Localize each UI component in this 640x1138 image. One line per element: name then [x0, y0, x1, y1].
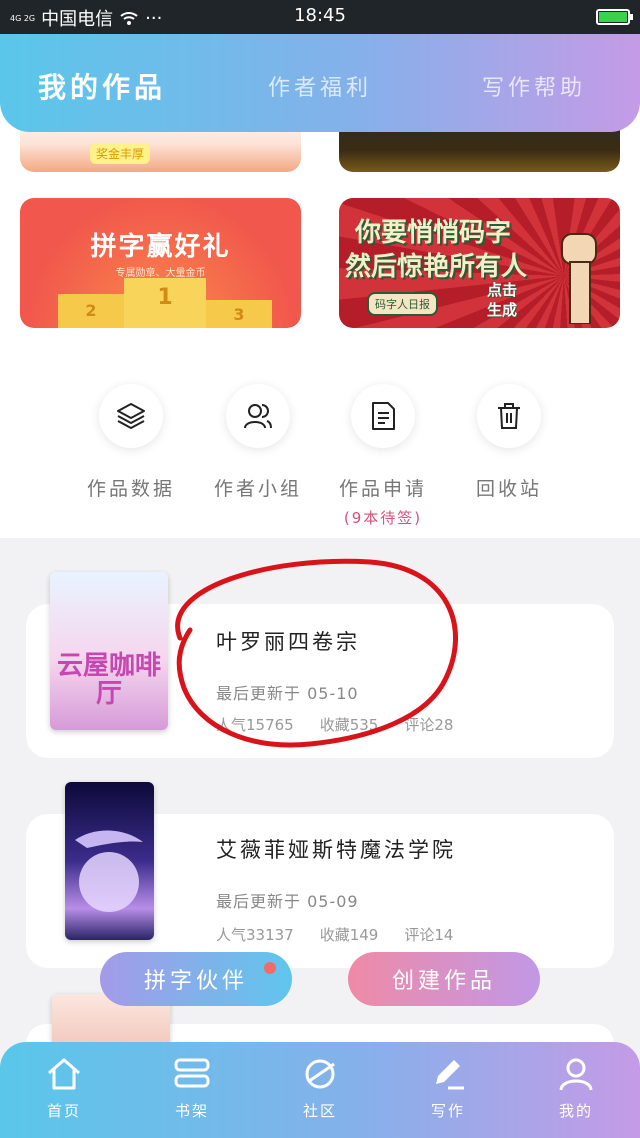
banner-pinzi[interactable]: 拼字赢好礼 专属勋章、大量金币 2 1 3 [20, 198, 301, 328]
work-cover[interactable]: 云屋咖啡厅 [50, 572, 168, 730]
work-comments: 评论28 [404, 716, 454, 734]
quick-circle [351, 384, 415, 448]
quick-circle [477, 384, 541, 448]
nav-label: 写作 [430, 1102, 465, 1120]
nav-bookshelf[interactable]: 书架 [128, 1056, 256, 1121]
promo-cta-line1: 点击 [487, 281, 518, 299]
promo-cta: 点击 生成 [487, 280, 517, 320]
partner-button[interactable]: 拼字伙伴 [100, 952, 292, 1006]
quick-works-apply[interactable]: 作品申请 (9本待签) [318, 384, 448, 528]
notification-dot [264, 962, 276, 974]
trash-icon [498, 403, 520, 429]
quick-works-data[interactable]: 作品数据 [66, 384, 196, 501]
work-comments: 评论14 [404, 926, 454, 944]
pinzi-title: 拼字赢好礼 [90, 232, 231, 262]
podium-first: 1 [124, 278, 206, 328]
nav-label: 首页 [46, 1102, 81, 1120]
home-icon [48, 1058, 80, 1090]
tab-my-works[interactable]: 我的作品 [38, 66, 166, 106]
quick-label: 回收站 [475, 478, 542, 500]
banner-area: 奖金丰厚 拼字赢好礼 专属勋章、大量金币 2 1 3 你要悄悄码字 然后惊艳所有… [0, 100, 640, 332]
partner-label: 拼字伙伴 [143, 969, 248, 994]
pending-sign-note: (9本待签) [343, 509, 423, 527]
tab-author-benefits[interactable]: 作者福利 [268, 70, 372, 102]
header-tabs: 我的作品 作者福利 写作帮助 [0, 34, 640, 132]
work-title: 叶罗丽四卷宗 [216, 630, 360, 654]
status-time: 18:45 [294, 5, 346, 26]
status-bar: 4G 2G 中国电信 ··· 18:45 [0, 0, 640, 34]
quick-circle [226, 384, 290, 448]
quick-author-group[interactable]: 作者小组 [193, 384, 323, 501]
document-icon [372, 402, 395, 430]
promo-stamp: 码字人日报 [367, 292, 438, 316]
nav-label: 社区 [302, 1102, 337, 1120]
work-updated: 最后更新于 05-10 [216, 684, 359, 703]
pen-icon [436, 1060, 464, 1090]
bookshelf-icon [174, 1058, 210, 1088]
nav-community[interactable]: 社区 [256, 1056, 384, 1121]
nav-write[interactable]: 写作 [384, 1056, 512, 1121]
pinzi-subtitle: 专属勋章、大量金币 [115, 268, 206, 279]
banner-promo[interactable]: 你要悄悄码字 然后惊艳所有人 码字人日报 点击 生成 [339, 198, 620, 328]
work-title: 艾薇菲娅斯特魔法学院 [216, 838, 456, 862]
work-favorites: 收藏149 [319, 926, 379, 944]
work-stats: 人气15765 收藏535 评论28 [216, 714, 453, 735]
work-updated: 最后更新于 05-09 [216, 892, 359, 911]
podium-third: 3 [206, 300, 272, 328]
create-work-button[interactable]: 创建作品 [348, 952, 540, 1006]
bonus-tag: 奖金丰厚 [90, 143, 151, 164]
podium-second: 2 [58, 294, 124, 328]
promo-line1: 你要悄悄码字 [355, 218, 512, 248]
people-icon [244, 404, 272, 429]
quick-label: 作品数据 [86, 478, 175, 500]
promo-line2: 然后惊艳所有人 [345, 252, 528, 282]
quick-recycle-bin[interactable]: 回收站 [444, 384, 574, 501]
nav-home[interactable]: 首页 [0, 1056, 128, 1121]
tab-writing-help[interactable]: 写作帮助 [482, 70, 586, 102]
create-label: 创建作品 [391, 969, 496, 994]
work-popularity: 人气33137 [216, 926, 294, 944]
moon-whale-art [75, 830, 143, 912]
nav-label: 书架 [174, 1102, 209, 1120]
quick-circle [99, 384, 163, 448]
work-stats: 人气33137 收藏149 评论14 [216, 924, 453, 945]
nav-label: 我的 [558, 1102, 593, 1120]
cover-title: 云屋咖啡厅 [56, 651, 161, 709]
nav-profile[interactable]: 我的 [512, 1056, 640, 1121]
planet-icon [305, 1059, 335, 1089]
battery-icon [596, 9, 633, 25]
promo-cta-line2: 生成 [487, 301, 518, 319]
quick-label: 作者小组 [213, 478, 302, 500]
work-cover[interactable] [65, 782, 154, 940]
work-popularity: 人气15765 [216, 716, 294, 734]
work-favorites: 收藏535 [319, 716, 379, 734]
quick-label: 作品申请 [338, 478, 427, 500]
layers-icon [117, 403, 145, 429]
fist-icon [561, 233, 597, 324]
user-icon [559, 1058, 593, 1091]
bottom-nav: 首页 书架 社区 写作 我的 [0, 1042, 640, 1138]
quick-actions: 作品数据 作者小组 作品申请 (9本待签) 回收站 [0, 332, 640, 538]
